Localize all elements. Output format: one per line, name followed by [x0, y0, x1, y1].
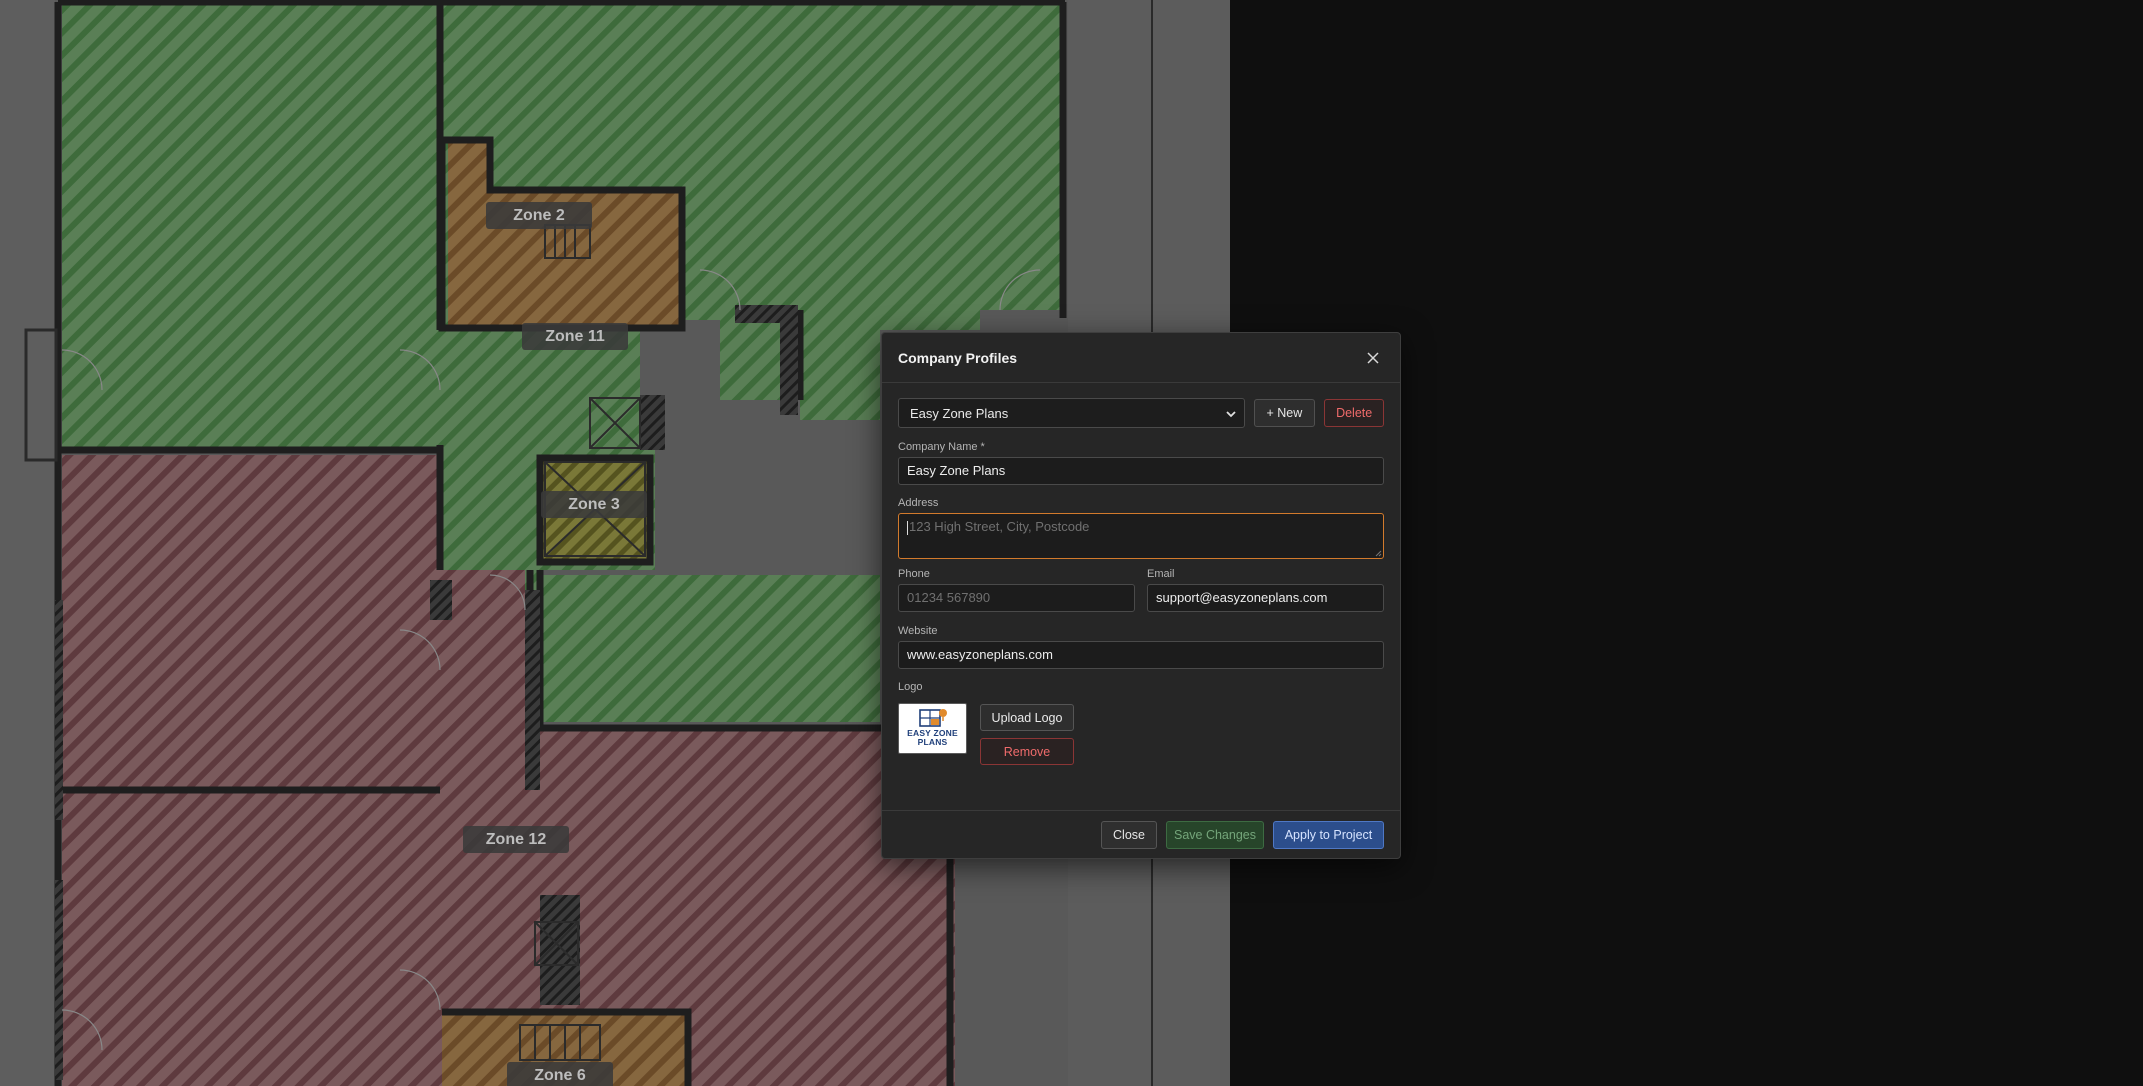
profile-select-value: Easy Zone Plans [910, 405, 1009, 421]
profile-select[interactable]: Easy Zone Plans [898, 398, 1245, 428]
company-name-field[interactable]: Easy Zone Plans [898, 457, 1384, 485]
address-field[interactable]: 123 High Street, City, Postcode [898, 513, 1384, 559]
phone-field[interactable]: 01234 567890 [898, 584, 1135, 612]
email-group: Email support@easyzoneplans.com [1147, 568, 1384, 612]
address-label: Address [898, 497, 939, 509]
phone-label: Phone [898, 568, 930, 580]
app-window: Zone 2 Zone 11 Zone 3 Zone 12 Zone 6 Com… [0, 0, 2143, 1086]
phone-group: Phone 01234 567890 [898, 568, 1135, 612]
new-profile-button[interactable]: + New [1253, 399, 1316, 427]
zone-label[interactable]: Zone 3 [541, 491, 647, 518]
remove-logo-button[interactable]: Remove [980, 738, 1074, 765]
delete-profile-button[interactable]: Delete [1324, 399, 1384, 427]
zone-label[interactable]: Zone 11 [522, 323, 628, 350]
zone-label[interactable]: Zone 12 [463, 826, 569, 853]
apply-to-project-button[interactable]: Apply to Project [1273, 820, 1384, 849]
chevron-down-icon [1225, 406, 1236, 421]
logo-label: Logo [898, 681, 923, 693]
zone-label[interactable]: Zone 2 [486, 202, 592, 229]
upload-logo-button[interactable]: Upload Logo [980, 704, 1074, 731]
dialog-title: Company Profiles [898, 349, 1018, 366]
profile-row: Easy Zone Plans + New Delete [898, 398, 1384, 428]
zone-label[interactable]: Zone 6 [507, 1062, 613, 1086]
website-label: Website [898, 625, 938, 637]
company-profiles-dialog: Company Profiles Easy Zone Plans + New D… [881, 332, 1401, 859]
dialog-footer: Close Save Changes Apply to Project [882, 810, 1400, 858]
website-field[interactable]: www.easyzoneplans.com [898, 641, 1384, 669]
contact-row: Phone 01234 567890 Email support@easyzon… [898, 568, 1384, 612]
address-placeholder: 123 High Street, City, Postcode [909, 519, 1090, 534]
save-changes-button[interactable]: Save Changes [1166, 820, 1264, 849]
company-name-label: Company Name * [898, 441, 985, 453]
close-button[interactable]: Close [1101, 820, 1157, 849]
text-caret [907, 520, 908, 535]
dialog-body: Easy Zone Plans + New Delete Company Nam… [882, 383, 1400, 765]
dialog-header: Company Profiles [882, 333, 1400, 383]
logo-buttons: Upload Logo Remove [980, 704, 1074, 765]
logo-text-line2: PLANS [917, 736, 948, 747]
email-label: Email [1147, 568, 1175, 580]
email-field[interactable]: support@easyzoneplans.com [1147, 584, 1384, 612]
resize-grip-icon[interactable] [1374, 549, 1382, 557]
close-icon[interactable] [1362, 347, 1384, 369]
logo-row: EASY ZONE PLANS Upload Logo Remove [898, 703, 1384, 765]
logo-mark-icon [918, 709, 947, 727]
logo-preview: EASY ZONE PLANS [898, 703, 967, 754]
